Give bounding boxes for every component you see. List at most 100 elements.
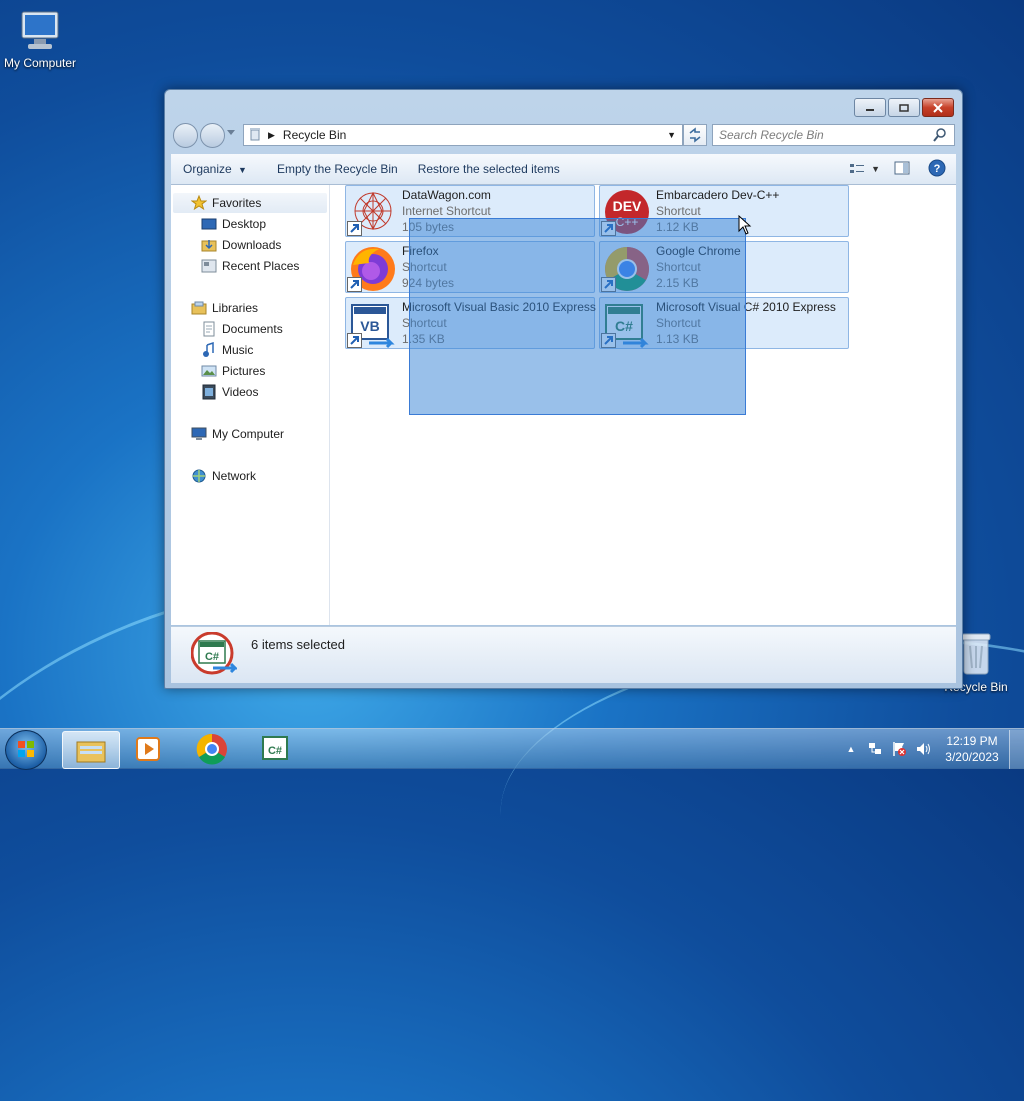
caption-buttons [854, 98, 954, 117]
show-hidden-icons-icon[interactable]: ▲ [843, 741, 859, 757]
address-bar[interactable]: ▶ Recycle Bin ▼ [243, 124, 683, 146]
selection-rectangle [409, 218, 746, 415]
minimize-button[interactable] [854, 98, 886, 117]
svg-text:VB: VB [360, 318, 379, 334]
search-icon [933, 128, 946, 142]
desktop-icon-my-computer[interactable]: My Computer [0, 8, 80, 70]
pictures-icon [201, 363, 217, 379]
windows-explorer-icon [76, 741, 106, 763]
nav-label: Documents [222, 322, 283, 336]
nav-music[interactable]: Music [201, 340, 253, 360]
address-row: ▶ Recycle Bin ▼ Search Recycle Bin [173, 123, 955, 148]
taskbar-media-player[interactable] [120, 731, 176, 767]
help-button[interactable]: ? [928, 159, 946, 180]
desktop-icon [201, 216, 217, 232]
nav-network[interactable]: Network [191, 466, 256, 486]
shortcut-arrow-icon [347, 277, 362, 292]
selection-status: 6 items selected [251, 637, 345, 652]
visual-csharp-icon: C# [190, 631, 239, 681]
desktop-icon-label: My Computer [3, 56, 77, 70]
show-desktop-button[interactable] [1009, 729, 1024, 769]
nav-label: Network [212, 469, 257, 483]
volume-icon[interactable] [915, 741, 931, 757]
details-pane: C# 6 items selected [171, 626, 956, 683]
window-body: Favorites Desktop Downloads Recent Place… [171, 185, 956, 625]
taskbar-windows-explorer[interactable] [62, 731, 120, 769]
computer-icon [18, 8, 62, 54]
network-status-icon[interactable] [867, 741, 883, 757]
network-icon [191, 468, 207, 484]
nav-label: Videos [222, 385, 259, 399]
help-icon: ? [928, 159, 946, 176]
nav-libraries[interactable]: Libraries [191, 298, 258, 318]
nav-downloads[interactable]: Downloads [201, 235, 281, 255]
shortcut-arrow-icon [347, 333, 362, 348]
nav-videos[interactable]: Videos [201, 382, 258, 402]
windows-logo-icon [18, 741, 34, 757]
file-type: Internet Shortcut [402, 204, 491, 218]
chrome-icon [196, 733, 227, 765]
taskbar-visual-csharp[interactable]: C# [248, 731, 304, 767]
organize-label: Organize [183, 162, 232, 176]
nav-my-computer[interactable]: My Computer [191, 424, 284, 444]
nav-desktop[interactable]: Desktop [201, 214, 266, 234]
organize-menu[interactable]: Organize ▼ [173, 162, 257, 176]
search-input[interactable]: Search Recycle Bin [713, 128, 932, 142]
mouse-cursor-icon [738, 214, 752, 238]
documents-icon [201, 321, 217, 337]
taskbar-chrome[interactable] [184, 731, 240, 767]
breadcrumb-location[interactable]: Recycle Bin [283, 128, 667, 142]
recycle-bin-icon [958, 630, 994, 678]
action-center-icon[interactable] [891, 741, 907, 757]
start-button[interactable] [5, 730, 47, 770]
refresh-icon [689, 127, 701, 143]
svg-text:?: ? [934, 163, 941, 175]
navigation-pane: Favorites Desktop Downloads Recent Place… [171, 185, 330, 625]
recent-pages-dropdown[interactable] [227, 130, 235, 135]
preview-pane-icon [894, 161, 910, 174]
music-icon [201, 341, 217, 358]
downloads-folder-icon [201, 237, 217, 253]
clock-date: 3/20/2023 [945, 750, 999, 764]
search-box[interactable]: Search Recycle Bin [712, 124, 955, 146]
file-type: Shortcut [656, 204, 701, 218]
system-tray: ▲ 12:19 PM 3/20/2023 [839, 729, 1024, 769]
computer-icon [191, 426, 207, 442]
forward-button[interactable] [200, 123, 225, 148]
breadcrumb-separator-icon[interactable]: ▶ [268, 130, 275, 141]
nav-label: Favorites [212, 196, 262, 210]
explorer-window: ▶ Recycle Bin ▼ Search Recycle Bin Organ… [164, 89, 963, 689]
nav-documents[interactable]: Documents [201, 319, 283, 339]
chevron-down-icon: ▼ [871, 164, 880, 174]
visual-csharp-icon: C# [262, 736, 288, 760]
close-button[interactable] [922, 98, 954, 117]
address-history-dropdown-icon[interactable]: ▼ [667, 130, 676, 140]
clock[interactable]: 12:19 PM 3/20/2023 [935, 733, 1009, 765]
back-button[interactable] [173, 123, 198, 148]
shortcut-arrow-icon [347, 221, 362, 236]
nav-favorites[interactable]: Favorites [190, 193, 262, 213]
nav-label: Libraries [212, 301, 259, 315]
star-icon [190, 194, 208, 211]
maximize-button[interactable] [888, 98, 920, 117]
nav-pictures[interactable]: Pictures [201, 361, 265, 381]
nav-label: Recent Places [222, 259, 300, 273]
restore-selected-button[interactable]: Restore the selected items [408, 162, 570, 176]
nav-label: Downloads [222, 238, 282, 252]
empty-recycle-bin-button[interactable]: Empty the Recycle Bin [267, 162, 408, 176]
videos-icon [201, 384, 217, 400]
svg-text:C#: C# [268, 745, 282, 757]
taskbar: C# ▲ 12:19 PM 3/20/2023 [0, 728, 1024, 770]
preview-pane-button[interactable] [894, 161, 910, 178]
views-button[interactable]: ▼ [849, 162, 880, 176]
chevron-down-icon: ▼ [238, 165, 247, 175]
command-bar: Organize ▼ Empty the Recycle Bin Restore… [171, 154, 956, 185]
nav-label: Desktop [222, 217, 267, 231]
clock-time: 12:19 PM [946, 734, 998, 748]
file-name: Embarcadero Dev-C++ [656, 188, 780, 202]
file-name: DataWagon.com [402, 188, 491, 202]
recycle-bin-small-icon [248, 127, 262, 144]
refresh-button[interactable] [683, 124, 707, 146]
nav-recent-places[interactable]: Recent Places [201, 256, 299, 276]
nav-label: Pictures [222, 364, 266, 378]
